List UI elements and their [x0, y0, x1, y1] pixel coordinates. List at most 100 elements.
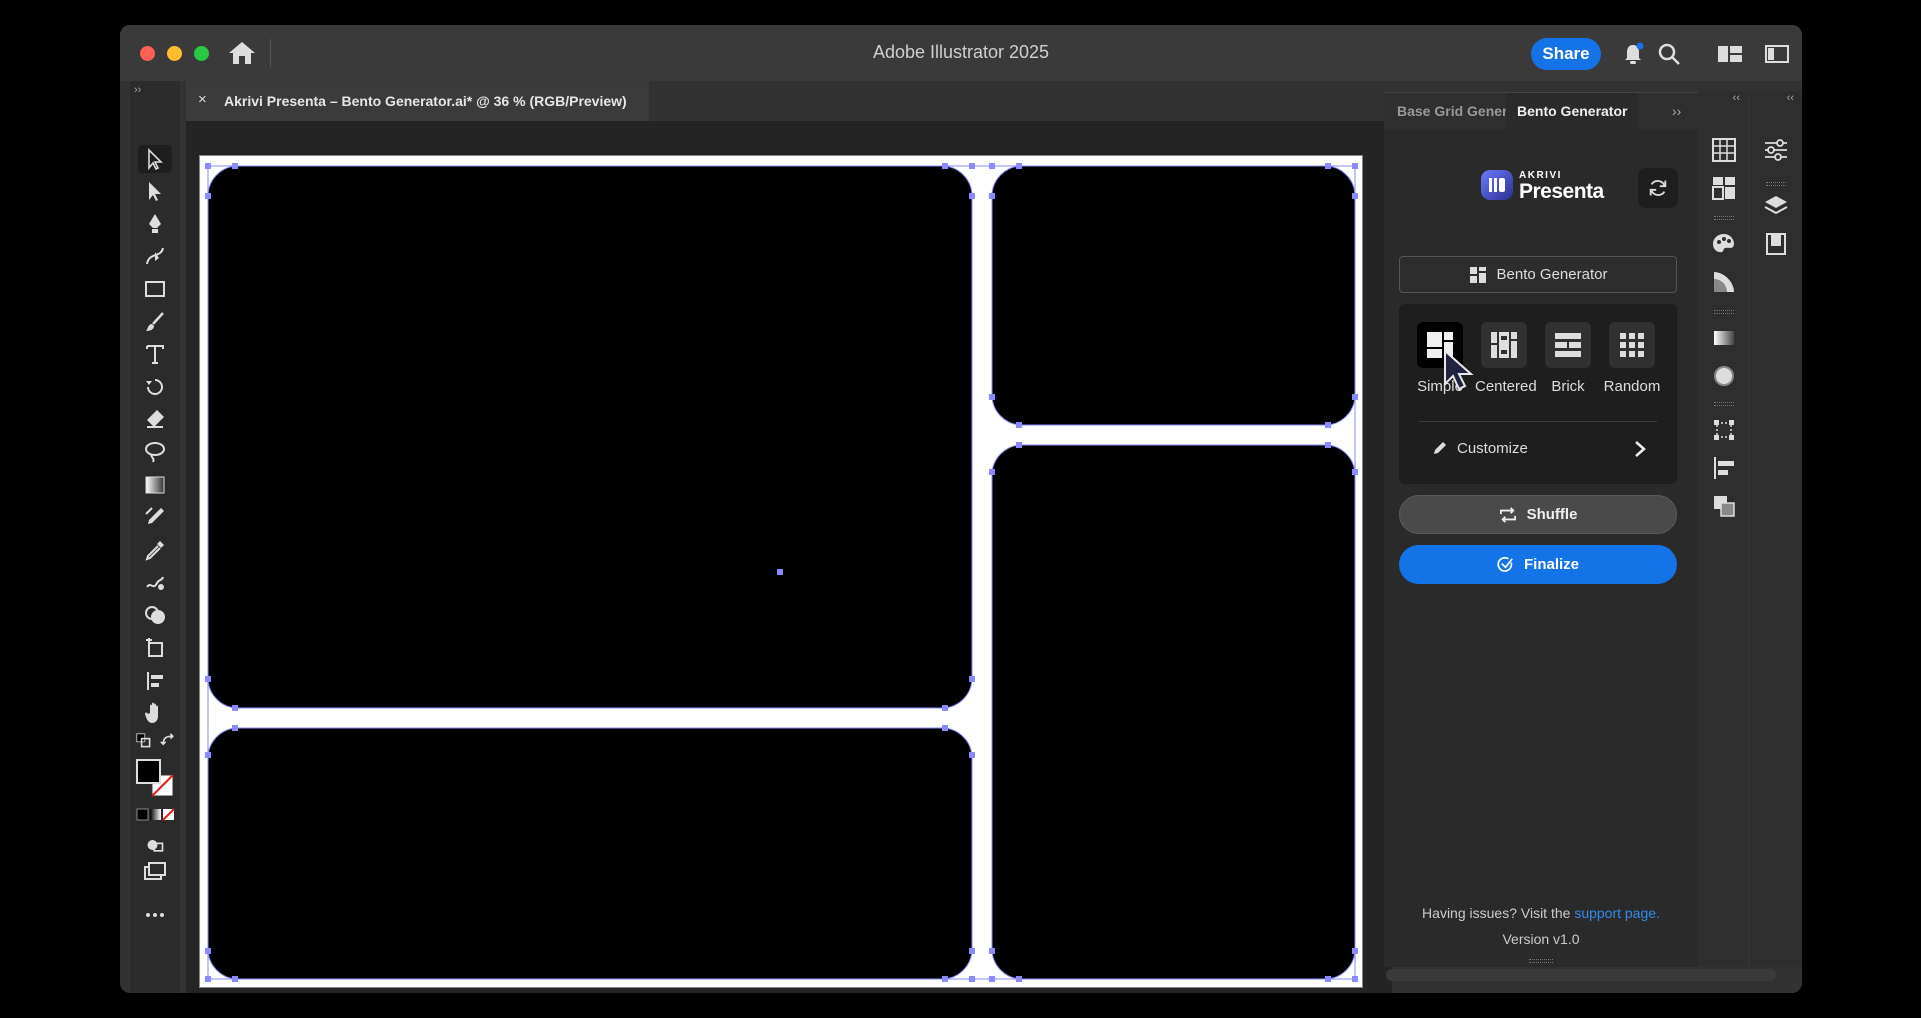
illustrator-window: Adobe Illustrator 2025 Share ›› × Akrivi… [120, 25, 1802, 993]
screen-mode-icon[interactable] [141, 858, 169, 886]
panel-toggle-icon[interactable] [1765, 45, 1789, 63]
eyedropper-tool-icon[interactable] [141, 536, 169, 564]
pathfinder-icon[interactable] [1710, 492, 1738, 520]
eyedropper-measure-icon[interactable] [141, 503, 169, 531]
tools-panel: ›› [130, 81, 180, 993]
appearance-icon[interactable] [1710, 362, 1738, 390]
pen-tool-icon[interactable] [141, 210, 169, 238]
draw-mode-icon[interactable] [141, 831, 169, 859]
direct-selection-tool-icon[interactable] [141, 177, 169, 205]
hand-tool-icon[interactable] [141, 699, 169, 727]
shuffle-label: Shuffle [1526, 506, 1578, 523]
rectangle-tool-icon[interactable] [141, 275, 169, 303]
help-text: Having issues? Visit the support page. [1384, 905, 1698, 921]
align-tool-icon[interactable] [141, 667, 169, 695]
curvature-tool-icon[interactable] [141, 242, 169, 270]
transform-icon[interactable] [1710, 416, 1738, 444]
layout-centered-label: Centered [1475, 378, 1537, 395]
panel-grip[interactable] [1714, 402, 1734, 406]
bento-tile[interactable] [207, 165, 973, 709]
finalize-button[interactable]: Finalize [1399, 545, 1677, 584]
check-circle-icon [1497, 556, 1513, 572]
properties-icon[interactable] [1762, 136, 1790, 164]
finalize-label: Finalize [1523, 556, 1579, 573]
customize-label: Customize [1457, 440, 1528, 457]
panel-icon-column: ‹‹ [1698, 92, 1748, 967]
type-tool-icon[interactable] [141, 340, 169, 368]
bento-tile[interactable] [991, 165, 1356, 426]
align-icon[interactable] [1710, 454, 1738, 482]
gradient-icon[interactable] [1710, 324, 1738, 352]
panel-resize-grip[interactable] [1529, 959, 1553, 963]
collapse-column-icon[interactable]: ‹‹ [1750, 92, 1802, 106]
bento-icon[interactable] [1710, 174, 1738, 202]
close-document-icon[interactable]: × [198, 91, 207, 108]
layout-options: Simple Centered Brick Random Customize [1399, 304, 1677, 484]
gradient-tool-icon[interactable] [141, 471, 169, 499]
more-tools-icon[interactable] [141, 901, 169, 929]
default-fill-stroke-icon[interactable] [134, 731, 154, 751]
panel-expand-icon[interactable]: ›› [1672, 103, 1681, 119]
layout-brick-label: Brick [1551, 378, 1585, 395]
mode-label: Bento Generator [1496, 266, 1608, 283]
logo-brand-name: Presenta [1519, 180, 1604, 203]
bento-icon [1469, 266, 1486, 283]
divider [1419, 421, 1657, 422]
artboard-tool-icon[interactable] [141, 634, 169, 662]
panel-grip[interactable] [1766, 182, 1786, 186]
layout-random-label: Random [1603, 378, 1661, 395]
panel-grip[interactable] [1714, 310, 1734, 314]
eraser-tool-icon[interactable] [141, 405, 169, 433]
swap-fill-stroke-icon[interactable] [158, 731, 178, 751]
document-tab[interactable]: × Akrivi Presenta – Bento Generator.ai* … [186, 81, 649, 121]
rotate-tool-icon[interactable] [141, 373, 169, 401]
support-page-link[interactable]: support page. [1574, 905, 1660, 921]
bento-tile[interactable] [991, 444, 1356, 980]
fill-stroke-swatch[interactable] [136, 759, 176, 799]
canvas-area[interactable] [186, 121, 1392, 993]
refresh-button[interactable] [1638, 168, 1678, 208]
akrivi-presenta-logo: AKRIVI Presenta [1480, 163, 1610, 207]
curves-icon[interactable] [1710, 268, 1738, 296]
color-palette-icon[interactable] [1710, 230, 1738, 258]
notification-bell-icon[interactable] [1620, 41, 1646, 67]
mouse-cursor-icon [1444, 348, 1474, 391]
layout-random[interactable]: Random [1603, 322, 1661, 395]
selection-tool-icon[interactable] [138, 145, 172, 173]
libraries-icon[interactable] [1762, 230, 1790, 258]
panel-horizontal-scrollbar[interactable] [1386, 969, 1776, 981]
tab-bento-generator[interactable]: Bento Generator [1506, 93, 1638, 129]
color-mode-icons[interactable] [136, 807, 176, 823]
collapse-column-icon[interactable]: ‹‹ [1698, 92, 1748, 106]
toolbar-collapse-icon[interactable]: ›› [134, 84, 141, 96]
panel-grip[interactable] [1714, 216, 1734, 220]
layout-centered[interactable]: Centered [1475, 322, 1537, 395]
shape-builder-icon[interactable] [141, 601, 169, 629]
puppet-warp-icon[interactable] [141, 569, 169, 597]
search-icon[interactable] [1656, 41, 1682, 67]
bento-generator-mode-button[interactable]: Bento Generator [1399, 256, 1677, 293]
tab-base-grid-generator[interactable]: Base Grid Generator [1397, 93, 1507, 129]
layout-brick[interactable]: Brick [1539, 322, 1597, 395]
bento-layout[interactable] [200, 156, 1364, 989]
version-label: Version v1.0 [1502, 931, 1580, 947]
customize-row[interactable]: Customize [1419, 434, 1657, 464]
chevron-right-icon [1635, 441, 1646, 457]
shuffle-button[interactable]: Shuffle [1399, 495, 1677, 534]
refresh-icon [1649, 180, 1667, 196]
table-icon[interactable] [1710, 136, 1738, 164]
presenta-logo-icon [1481, 170, 1513, 200]
panel-tabs: Base Grid Generator Bento Generator ›› [1384, 93, 1698, 129]
shuffle-icon [1499, 506, 1516, 523]
pencil-icon [1434, 442, 1446, 454]
bento-tile[interactable] [207, 727, 973, 980]
artboard[interactable] [199, 155, 1363, 988]
title-bar: Adobe Illustrator 2025 Share [120, 25, 1802, 81]
lasso-tool-icon[interactable] [141, 438, 169, 466]
share-button[interactable]: Share [1531, 38, 1601, 70]
panel-icon-column-2: ‹‹ [1750, 92, 1802, 967]
paintbrush-tool-icon[interactable] [141, 308, 169, 336]
workspace-switcher-icon[interactable] [1717, 45, 1743, 63]
document-title: Akrivi Presenta – Bento Generator.ai* @ … [224, 93, 627, 109]
layers-icon[interactable] [1762, 192, 1790, 220]
